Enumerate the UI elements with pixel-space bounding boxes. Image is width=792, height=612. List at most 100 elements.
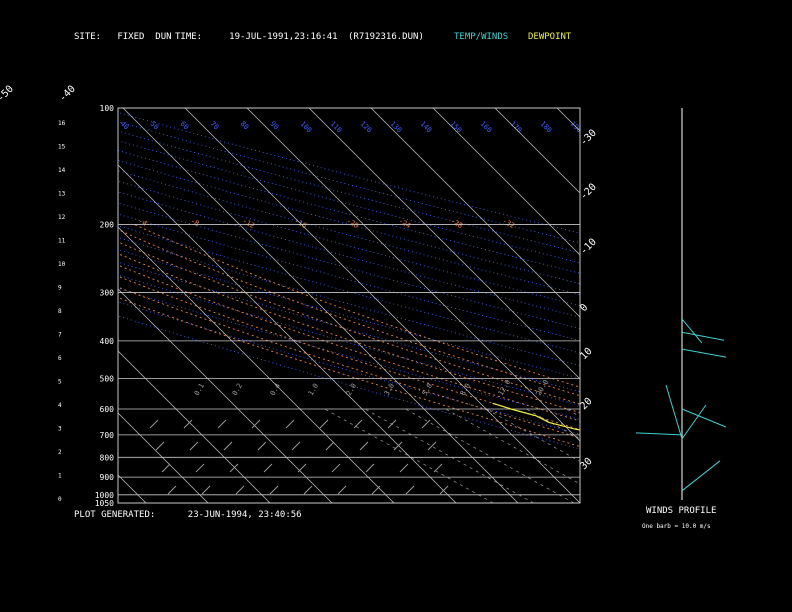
mixing-ratio-line — [566, 408, 580, 417]
pressure-tick-label: 500 — [100, 374, 115, 383]
dry-adiabat-label: 160 — [479, 120, 494, 135]
mixing-ratio-label: 2.0 — [345, 382, 358, 397]
height-tick-label: 2 — [58, 449, 62, 456]
axis-labels: 1002003004005006007008009001000105001234… — [0, 84, 599, 508]
moist-adiabat-label: -4 — [137, 217, 148, 228]
wind-barb-mark — [291, 441, 301, 451]
dry-adiabat-line — [118, 150, 580, 274]
mixing-ratio-label: 0.1 — [193, 382, 206, 397]
wind-barb-mark — [331, 463, 341, 473]
wind-barb — [681, 318, 703, 344]
wind-barb — [681, 331, 725, 341]
dry-adiabat-line — [118, 225, 580, 354]
height-tick-label: 9 — [58, 285, 62, 292]
height-tick-label: 7 — [58, 332, 62, 339]
wind-barb-mark — [325, 441, 335, 451]
height-tick-label: 4 — [58, 402, 62, 409]
pressure-tick-label: 900 — [100, 473, 115, 482]
isotherm-line — [118, 164, 457, 503]
dry-adiabat-line — [118, 140, 580, 264]
moist-adiabat-line — [118, 253, 580, 414]
dry-adiabat-line — [118, 274, 580, 406]
wind-barb-mark — [387, 419, 397, 429]
moist-adiabat-label: -8 — [189, 217, 200, 228]
height-tick-label: 1 — [58, 473, 62, 480]
mixing-ratio-line — [485, 408, 580, 462]
mixing-ratio-line — [647, 409, 792, 503]
sounding-series — [492, 402, 792, 495]
dry-adiabat-label: 100 — [299, 120, 314, 135]
moist-adiabat-label: -28 — [449, 217, 464, 230]
plot-generated-label: PLOT GENERATED: 23-JUN-1994, 23:40:56 — [74, 510, 302, 520]
isotherm-top-label: -50 — [0, 84, 16, 105]
moist-adiabat-label: -32 — [501, 217, 516, 230]
dry-adiabat-line — [118, 261, 580, 393]
pressure-tick-label: 100 — [100, 104, 115, 113]
isotherm-top-label: -40 — [57, 84, 78, 105]
dry-adiabat-label: 50 — [149, 120, 161, 132]
isotherm-right-label: 30 — [578, 456, 594, 472]
dry-adiabat-line — [118, 236, 580, 366]
height-tick-label: 12 — [58, 214, 66, 221]
wind-barb-mark — [167, 485, 177, 495]
pressure-tick-label: 200 — [100, 220, 115, 229]
wind-barb-mark — [319, 419, 329, 429]
dry-adiabat-line — [118, 191, 580, 318]
isotherm-right-label: -30 — [578, 128, 599, 149]
wind-barb-mark — [223, 441, 233, 451]
height-tick-label: 15 — [58, 144, 66, 151]
wind-barb-mark — [257, 441, 267, 451]
dry-adiabat-label: 180 — [539, 120, 554, 135]
wind-barb-mark — [263, 463, 273, 473]
wind-barb-mark — [303, 485, 313, 495]
dry-adiabat-label: 110 — [329, 120, 344, 135]
moist-adiabat-label: -24 — [397, 217, 412, 230]
isotherm-line — [494, 108, 580, 194]
height-tick-label: 16 — [58, 120, 66, 127]
moist-adiabat-line — [118, 286, 580, 439]
mixing-ratio-line — [364, 408, 534, 503]
moist-adiabat-line — [133, 223, 580, 388]
plot-frame — [117, 107, 581, 504]
isobars — [118, 107, 580, 504]
moist-adiabat-line — [118, 241, 580, 405]
wind-barb-mark — [365, 463, 375, 473]
mixing-ratio-line — [687, 409, 792, 503]
wind-barb-mark — [149, 419, 159, 429]
isotherms — [118, 108, 580, 503]
wind-barb-mark — [189, 441, 199, 451]
height-tick-label: 0 — [58, 496, 62, 503]
wind-barb-mark — [405, 485, 415, 495]
dry-adiabat-line — [118, 287, 580, 420]
dry-adiabat-label: 120 — [359, 120, 374, 135]
dry-adiabat-label: 150 — [449, 120, 464, 135]
mixing-ratio-line — [607, 409, 775, 503]
dry-adiabat-label: 80 — [239, 120, 251, 132]
moist-adiabat-line — [118, 264, 580, 422]
isotherm-right-label: -20 — [578, 182, 599, 203]
wind-barb-mark — [269, 485, 279, 495]
mixing-ratio-label: 12.0 — [497, 378, 512, 397]
wind-barb-mark — [229, 463, 239, 473]
wind-barb-mark — [353, 419, 363, 429]
wind-barb-mark — [399, 463, 409, 473]
height-tick-label: 8 — [58, 308, 62, 315]
height-tick-label: 14 — [58, 167, 66, 174]
pressure-tick-label: 400 — [100, 337, 115, 346]
isotherm-line — [118, 474, 147, 503]
isotherm-line — [118, 288, 333, 503]
isotherm-line — [118, 350, 271, 503]
moist-adiabat-line — [118, 275, 580, 431]
mixing-ratio-label: 3.0 — [383, 382, 396, 397]
wind-barb-mark — [285, 419, 295, 429]
height-tick-label: 11 — [58, 238, 66, 245]
wind-barb-mark — [337, 485, 347, 495]
mixing-ratio-label: 0.2 — [231, 382, 244, 397]
mixing-ratio-label: 1.0 — [307, 382, 320, 397]
dry-adiabat-line — [118, 121, 580, 244]
temperature-line — [595, 403, 792, 495]
isotherm-line — [556, 108, 580, 132]
dry-adiabat-line — [118, 159, 580, 285]
pressure-tick-label: 300 — [100, 289, 115, 298]
dry-adiabat-line — [118, 130, 580, 254]
